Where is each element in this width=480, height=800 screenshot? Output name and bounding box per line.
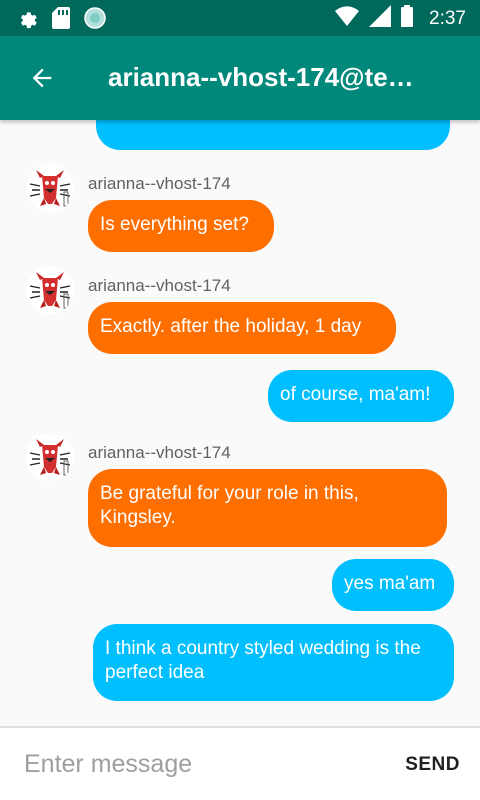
avatar[interactable] [26, 266, 74, 314]
arrow-left-icon[interactable] [28, 64, 56, 92]
app-bar: arianna--vhost-174@te… [0, 36, 480, 120]
devil-avatar-icon [29, 272, 71, 309]
send-button[interactable]: SEND [405, 754, 460, 776]
sd-card-icon [52, 7, 70, 34]
message-list[interactable]: arianna--vhost-174 Is everything set? ar… [0, 120, 480, 726]
sender-name: arianna--vhost-174 [88, 174, 231, 193]
sender-name: arianna--vhost-174 [88, 443, 231, 462]
conversation-title: arianna--vhost-174@te… [108, 62, 414, 92]
message-composer: SEND [0, 726, 480, 800]
message-input[interactable] [24, 742, 364, 786]
wifi-icon [335, 5, 360, 32]
outgoing-message: yes ma'am [332, 559, 454, 611]
signal-icon [369, 5, 392, 32]
gear-icon [16, 7, 38, 34]
incoming-message: Exactly. after the holiday, 1 day [88, 302, 396, 354]
incoming-message: Be grateful for your role in this, Kings… [88, 469, 447, 547]
outgoing-message: of course, ma'am! [268, 370, 454, 422]
outgoing-message-partial [96, 120, 450, 150]
outgoing-message: I think a country styled wedding is the … [93, 624, 454, 701]
devil-avatar-icon [29, 170, 71, 207]
avatar[interactable] [26, 433, 74, 481]
battery-icon [401, 5, 414, 32]
status-time: 2:37 [429, 7, 466, 29]
avatar[interactable] [26, 164, 74, 212]
incoming-message: Is everything set? [88, 200, 274, 252]
sender-name: arianna--vhost-174 [88, 276, 231, 295]
sync-circle-icon [84, 7, 106, 34]
devil-avatar-icon [29, 439, 71, 476]
status-bar: 2:37 [0, 0, 480, 36]
